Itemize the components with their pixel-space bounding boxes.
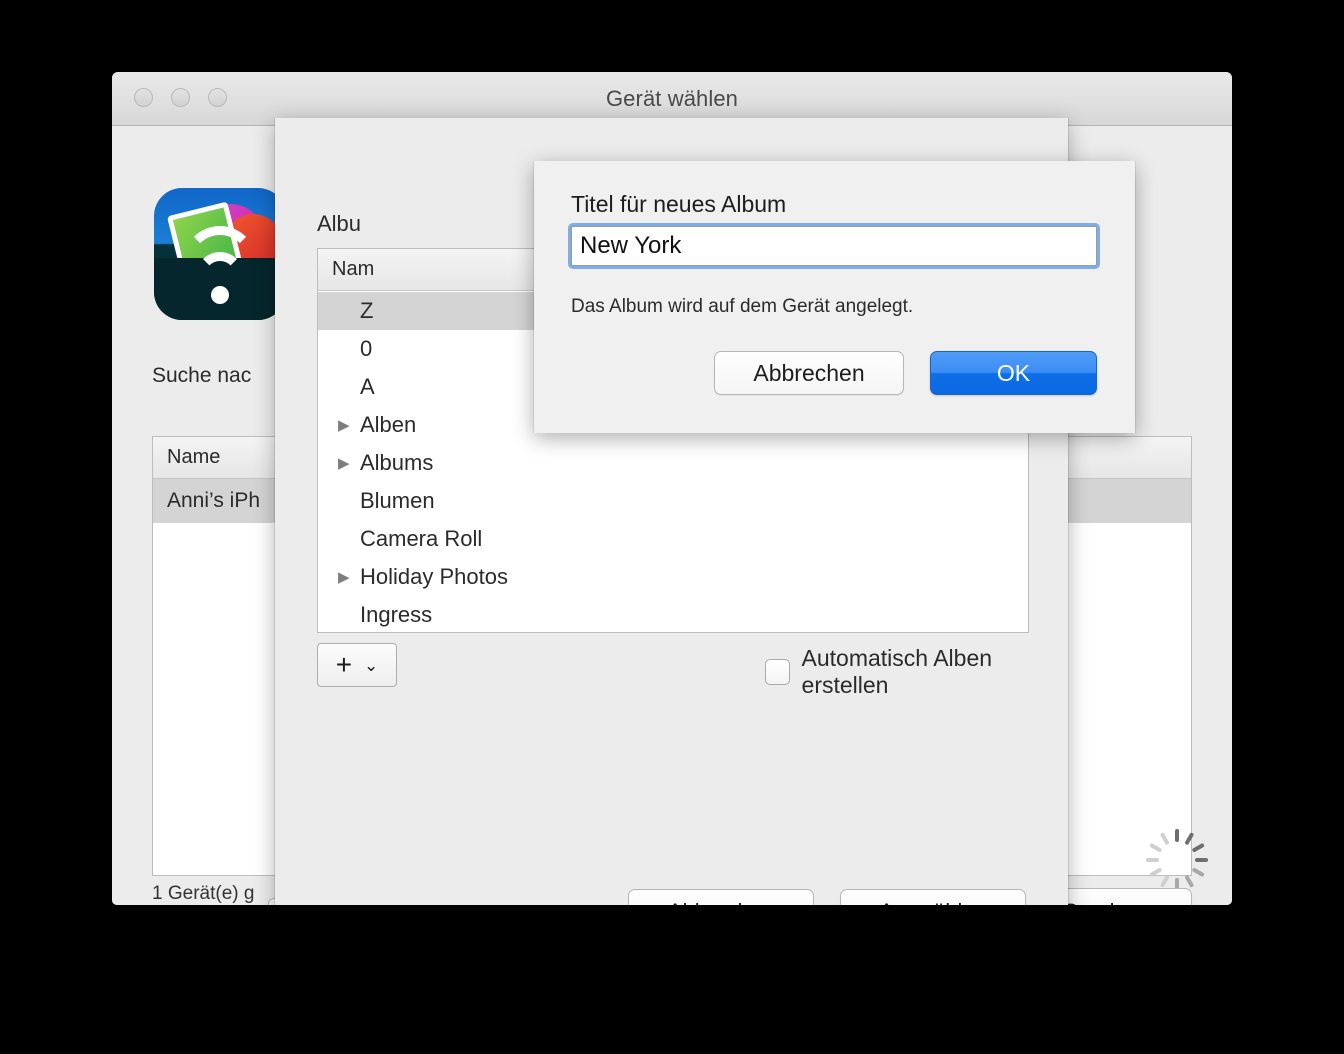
album-sheet-title: Albu: [317, 211, 362, 236]
album-title-input[interactable]: [571, 226, 1097, 266]
alert-buttons: Abbrechen OK: [714, 351, 1097, 395]
auto-albums-label: Automatisch Alben erstellen: [801, 645, 993, 698]
loading-spinner: [1146, 816, 1208, 891]
album-title-field-focus-ring: [568, 223, 1100, 269]
alert-subtitle: Das Album wird auf dem Gerät angelegt.: [571, 296, 914, 317]
list-item[interactable]: ▶ Holiday Photos: [318, 558, 1028, 596]
screen: Gerät wählen Suche nac Name Anni’s iPh 1…: [0, 0, 1344, 1054]
device-name: Anni’s iPh: [167, 489, 261, 512]
list-item-label: Alben: [360, 412, 417, 437]
list-item-label: Albums: [360, 450, 434, 475]
list-item[interactable]: ▶Camera Roll: [318, 520, 1028, 558]
album-column-name: Nam: [332, 258, 375, 280]
plus-icon: +: [335, 649, 353, 680]
disclosure-triangle-icon[interactable]: ▶: [338, 456, 360, 471]
alert-cancel-button[interactable]: Abbrechen: [714, 351, 904, 395]
new-album-alert: Titel für neues Album Das Album wird auf…: [534, 161, 1135, 433]
list-item-label: Camera Roll: [360, 526, 483, 551]
add-album-button[interactable]: + ⌄: [317, 643, 397, 687]
album-cancel-button[interactable]: Abbrechen: [628, 889, 814, 905]
window-title: Gerät wählen: [605, 86, 739, 111]
alert-title: Titel für neues Album: [571, 191, 787, 217]
search-status-label: Suche nac: [152, 364, 252, 387]
list-item-label: Ingress: [360, 602, 433, 627]
device-column-name: Name: [167, 446, 221, 468]
list-item[interactable]: ▶Blumen: [318, 482, 1028, 520]
photosync-app-icon: [154, 188, 286, 320]
chevron-down-icon: ⌄: [364, 655, 379, 675]
device-count-label: 1 Gerät(e) g: [152, 883, 255, 904]
list-item-label: Z: [360, 298, 374, 323]
album-select-button[interactable]: Auswählen: [840, 889, 1026, 905]
alert-ok-button[interactable]: OK: [930, 351, 1097, 395]
list-item[interactable]: ▶Ingress: [318, 596, 1028, 632]
disclosure-triangle-icon[interactable]: ▶: [338, 570, 360, 585]
auto-albums-checkbox-row[interactable]: Automatisch Alben erstellen: [765, 645, 1068, 699]
auto-albums-checkbox[interactable]: [765, 659, 790, 685]
album-chooser-sheet: Albu Nam ▶Z▶0▶A▶Alben▶Albums▶Blumen▶Came…: [275, 118, 1135, 905]
main-window: Gerät wählen Suche nac Name Anni’s iPh 1…: [112, 72, 1232, 905]
wifi-icon: [180, 226, 260, 306]
list-item-label: Blumen: [360, 488, 435, 513]
list-item[interactable]: ▶ Albums: [318, 444, 1028, 482]
disclosure-triangle-icon[interactable]: ▶: [338, 418, 360, 433]
list-item-label: 0: [360, 336, 373, 361]
album-sheet-buttons: Abbrechen Auswählen: [628, 889, 1026, 905]
list-item-label: A: [360, 374, 375, 399]
list-item-label: Holiday Photos: [360, 564, 508, 589]
